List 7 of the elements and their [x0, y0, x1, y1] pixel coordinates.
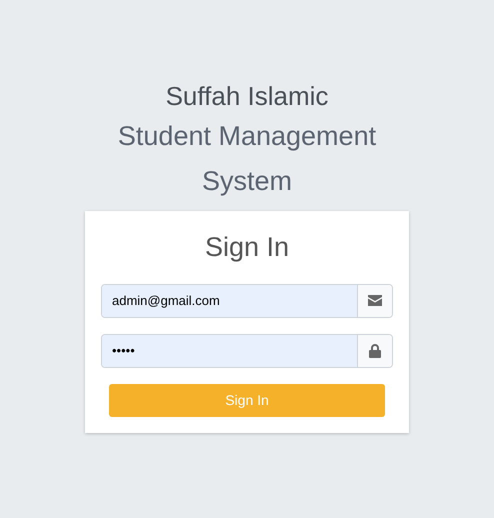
app-subtitle: Student Management System: [116, 120, 378, 198]
app-title: Suffah Islamic: [166, 80, 328, 113]
form-heading: Sign In: [204, 231, 290, 264]
envelope-icon: [368, 295, 382, 306]
password-field[interactable]: •••••: [101, 334, 393, 368]
lock-icon: [369, 344, 381, 358]
email-field[interactable]: admin@gmail.com: [101, 284, 393, 318]
